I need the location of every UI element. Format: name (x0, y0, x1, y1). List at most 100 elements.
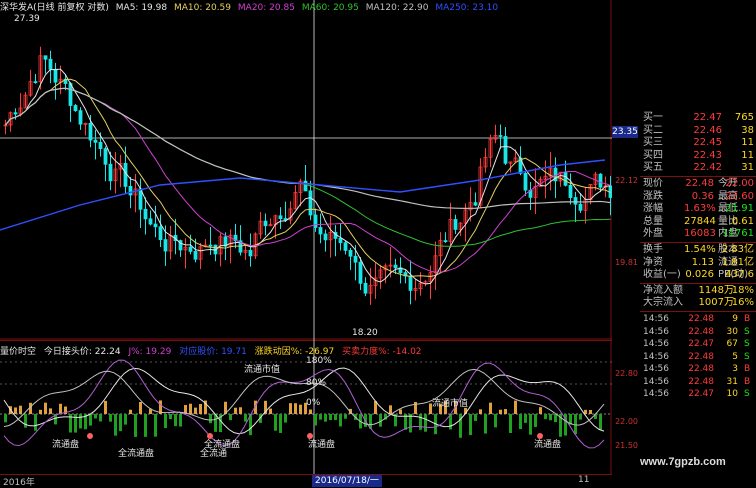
indicator-bar (79, 414, 82, 429)
candle-body (578, 203, 583, 211)
ma20-label: MA20: 20.85 (237, 3, 295, 13)
indicator-bar (124, 414, 127, 425)
ma120-label: MA120: 22.90 (365, 3, 429, 13)
candle-body (93, 139, 98, 143)
quote-label: 净资 (643, 256, 663, 268)
candle-body (163, 239, 168, 252)
indicator-buy: 买卖力度%: -14.02 (342, 347, 422, 357)
quote-row: 净资 1.13 流通 1.81亿 (640, 257, 756, 270)
indicator-bar (94, 414, 97, 419)
indicator-bar (169, 414, 172, 420)
crosshair-date-tag: 2016/07/18/一 (312, 475, 382, 487)
candle-body (13, 112, 18, 115)
pct-0-label: 0% (306, 398, 321, 408)
ma60-label: MA60: 20.95 (301, 3, 359, 13)
indicator-bar (474, 414, 477, 421)
indicator-bar (59, 403, 62, 414)
watermark: www.7gpzb.com (640, 456, 726, 468)
indicator-ref: 对应股价: 19.71 (179, 347, 247, 357)
flow-row: 大宗流入 1007万 16% (640, 297, 756, 310)
indicator-bar (284, 414, 287, 423)
candle-body (408, 275, 413, 291)
quote-value: 27844 (684, 215, 716, 227)
indicator-bar (599, 414, 602, 430)
plate-label-4: 全流通盘 (204, 440, 241, 450)
indicator-bar (269, 408, 272, 414)
candlestick-chart[interactable] (0, 0, 612, 340)
indicator-bar (179, 414, 182, 427)
bid-row[interactable]: 买二 22.46 38 (640, 125, 756, 138)
quote-label: 涨跌 (643, 190, 663, 202)
stock-title[interactable]: 深华发A(日线 前复权 对数) (0, 3, 109, 13)
tick-row[interactable]: 14:56 22.48 9 B (640, 313, 756, 326)
tick-time: 14:56 (643, 376, 669, 387)
indicator-bar (524, 414, 527, 423)
tick-row[interactable]: 14:56 22.48 5 S (640, 351, 756, 364)
indicator-bar (119, 414, 122, 432)
tick-price: 22.48 (688, 351, 714, 362)
indicator-bar (39, 409, 42, 414)
separator (640, 310, 756, 312)
indicator-bar (399, 409, 402, 414)
bid-row[interactable]: 买五 22.42 31 (640, 162, 756, 175)
candle-body (323, 233, 328, 241)
indicator-bar (19, 405, 22, 414)
flow-row: 净流入额 1148万 18% (640, 285, 756, 298)
tick-time: 14:56 (643, 389, 669, 400)
tick-row[interactable]: 14:56 22.48 31 B (640, 376, 756, 389)
indicator-bar (294, 403, 297, 414)
indicator-bar (344, 414, 347, 419)
quote-value: 0.026 (685, 269, 714, 281)
bid-row[interactable]: 买一 22.47 765 (640, 112, 756, 125)
bid-volume: 11 (741, 149, 754, 161)
indicator-bar (489, 402, 492, 414)
indicator-bar (139, 401, 142, 414)
ma250-label: MA250: 23.10 (435, 3, 499, 13)
sub-axis-mid: 22.00 (615, 417, 638, 426)
tick-volume: 5 (732, 351, 738, 362)
axis-label-low: 19.81 (615, 258, 638, 267)
indicator-bar (164, 414, 167, 428)
indicator-bar (49, 408, 52, 414)
quote-row: 涨跌 0.36 最高 22.60 (640, 191, 756, 204)
candle-body (123, 162, 128, 187)
indicator-bar (549, 414, 552, 421)
indicator-j: J%: 19.29 (128, 347, 172, 357)
bid-price: 22.46 (693, 124, 722, 136)
indicator-bar (509, 414, 512, 433)
indicator-bar (579, 414, 582, 420)
quote-row: 涨幅 1.63% 最低 21.91 (640, 203, 756, 216)
tick-row[interactable]: 14:56 22.47 67 S (640, 338, 756, 351)
bid-label: 买二 (643, 124, 663, 136)
tick-row[interactable]: 14:56 22.47 10 S (640, 388, 756, 401)
indicator-title[interactable]: 量价时空 (0, 347, 36, 357)
bid-row[interactable]: 买四 22.43 11 (640, 150, 756, 163)
quote-value: 22.48 (685, 177, 714, 189)
date-axis-right: 11 (578, 475, 590, 485)
date-axis[interactable]: 2016年 2016/07/18/一 11 (0, 474, 612, 488)
tick-time: 14:56 (643, 313, 669, 324)
indicator-bar (339, 414, 342, 427)
bid-volume: 11 (741, 137, 754, 149)
plate-label-6: 流通盘 (534, 440, 562, 450)
candle-body (153, 223, 158, 228)
indicator-bar (244, 414, 247, 422)
ma250-line (0, 159, 606, 231)
candle-body (108, 163, 113, 182)
bid-volume: 765 (734, 112, 754, 123)
tick-row[interactable]: 14:56 22.48 30 S (640, 326, 756, 339)
bid-row[interactable]: 买三 22.45 11 (640, 137, 756, 150)
bid-price: 22.42 (693, 162, 722, 174)
plate-label-2: 全流通盘 (118, 449, 155, 459)
flow-label: 净流入额 (643, 284, 683, 296)
candle-body (348, 250, 353, 257)
indicator-bar (484, 414, 487, 434)
candle-body (573, 197, 578, 205)
tick-row[interactable]: 14:56 22.48 3 B (640, 363, 756, 376)
bid-price: 22.47 (693, 112, 722, 123)
tick-volume: 31 (726, 376, 738, 387)
indicator-bar (279, 414, 282, 433)
indicator-bar (534, 414, 537, 427)
candle-body (188, 246, 193, 252)
quote-value: 0.36 (691, 190, 714, 202)
